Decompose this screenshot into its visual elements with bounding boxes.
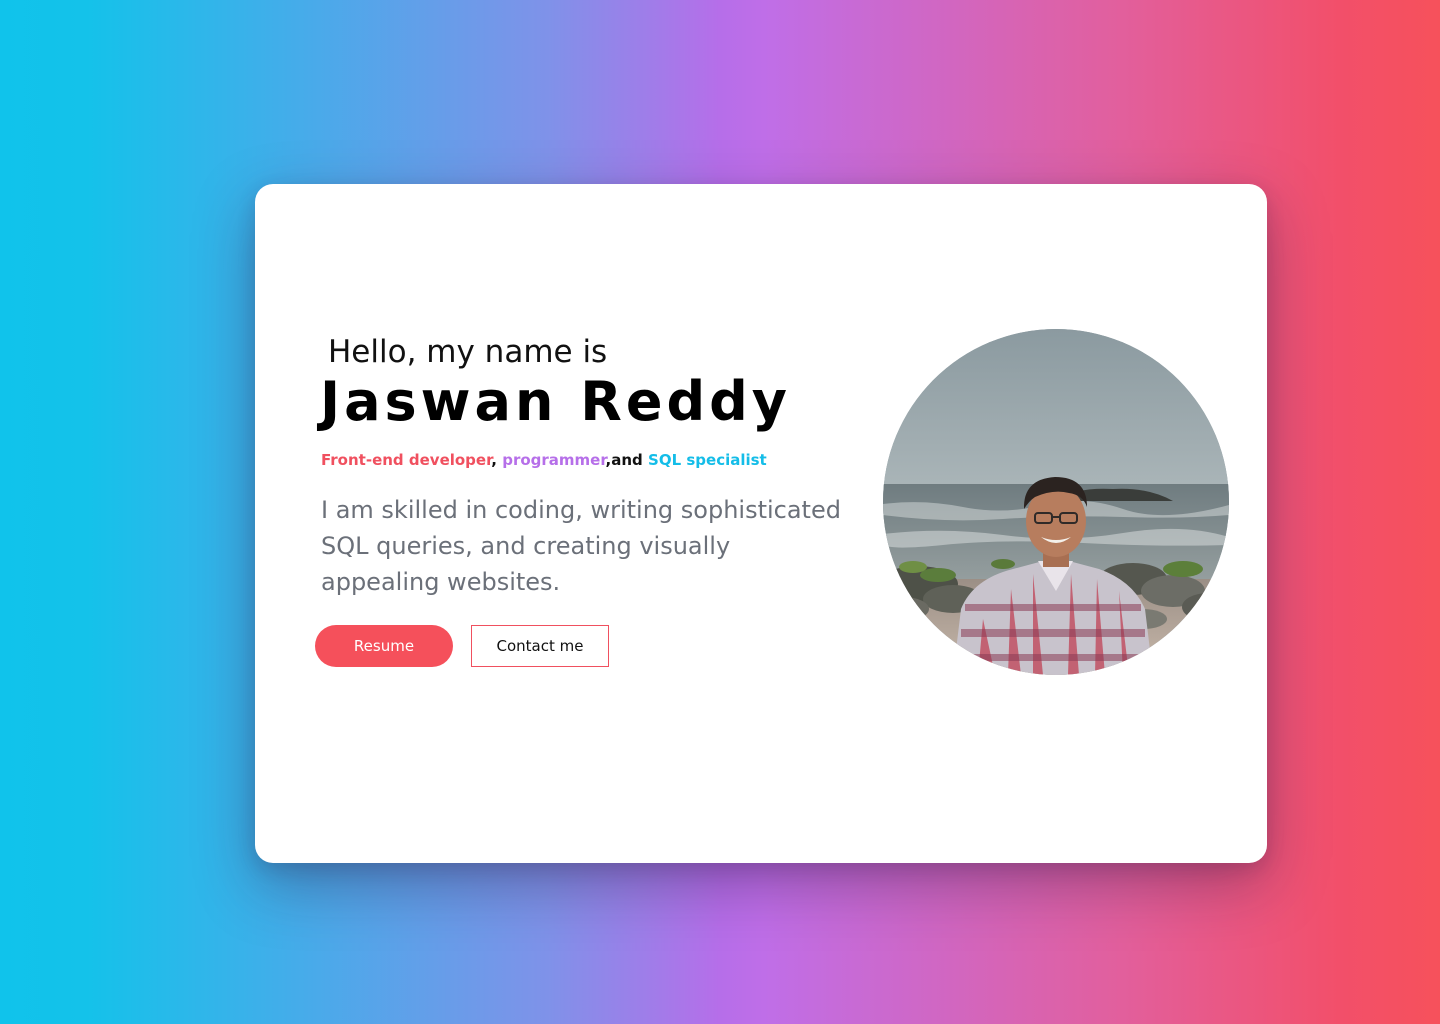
hero-name: Jaswan Reddy [320, 370, 791, 433]
resume-button[interactable]: Resume [315, 625, 453, 667]
contact-me-button[interactable]: Contact me [471, 625, 609, 667]
role-programmer: programmer [502, 451, 606, 469]
greeting-text: Hello, my name is [328, 334, 608, 370]
profile-photo-image [883, 329, 1229, 675]
role-sql: SQL specialist [648, 451, 767, 469]
profile-photo [883, 329, 1229, 675]
role-separator-1: , [491, 451, 503, 469]
hero-card: Hello, my name is Jaswan Reddy Front-end… [255, 184, 1267, 863]
role-frontend: Front-end developer [321, 451, 492, 469]
roles-line: Front-end developer, programmer,and SQL … [321, 451, 767, 469]
bio-text: I am skilled in coding, writing sophisti… [321, 496, 841, 596]
role-separator-2: ,and [605, 451, 649, 469]
